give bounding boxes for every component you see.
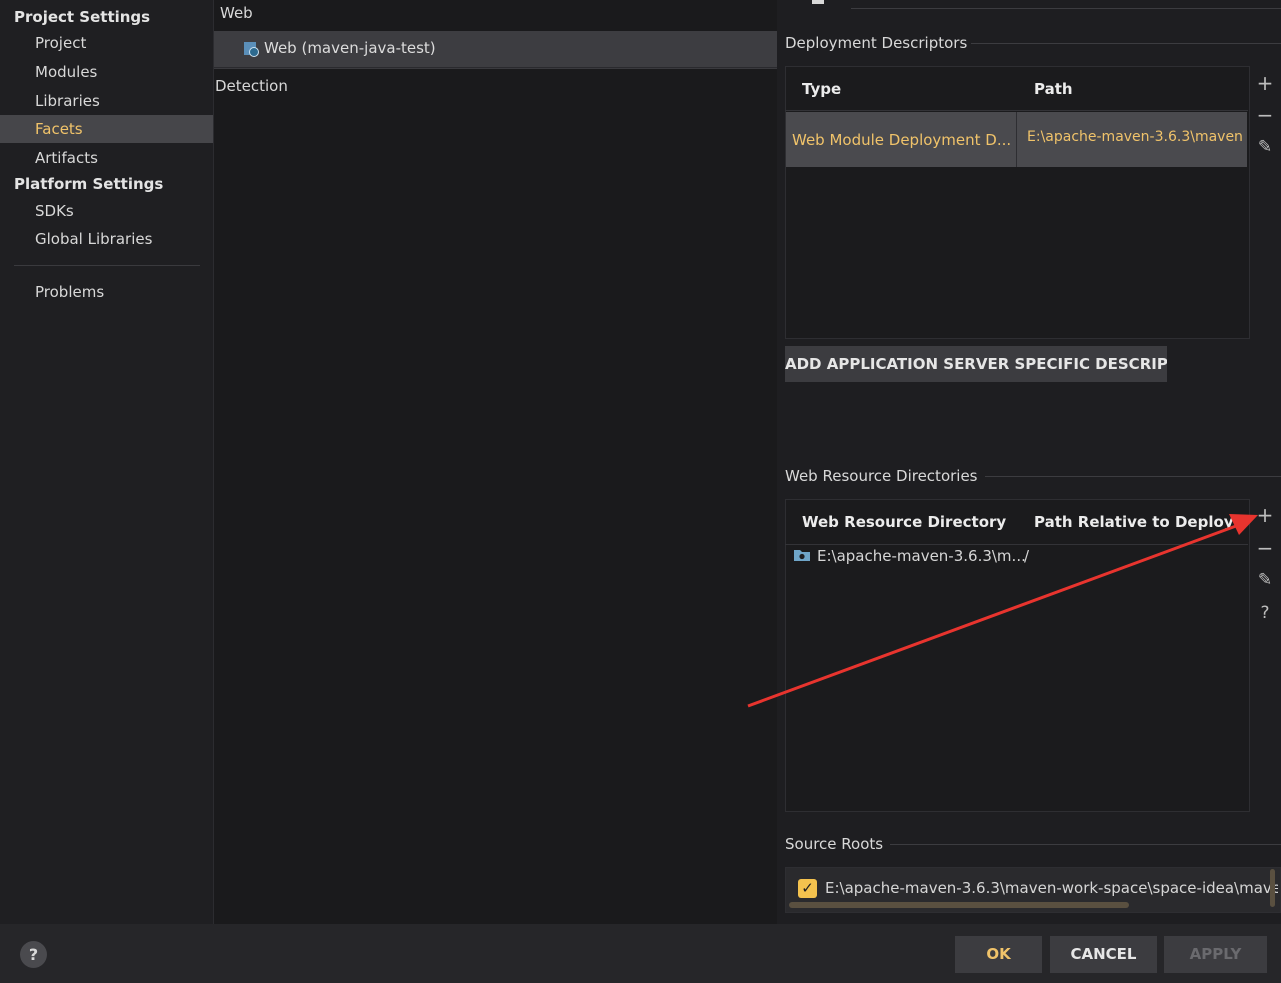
apply-button[interactable]: APPLY — [1164, 936, 1267, 973]
cancel-button[interactable]: CANCEL — [1050, 936, 1157, 973]
annotation-arrow — [747, 514, 1258, 708]
ok-button[interactable]: OK — [955, 936, 1042, 973]
help-button[interactable]: ? — [20, 941, 47, 968]
